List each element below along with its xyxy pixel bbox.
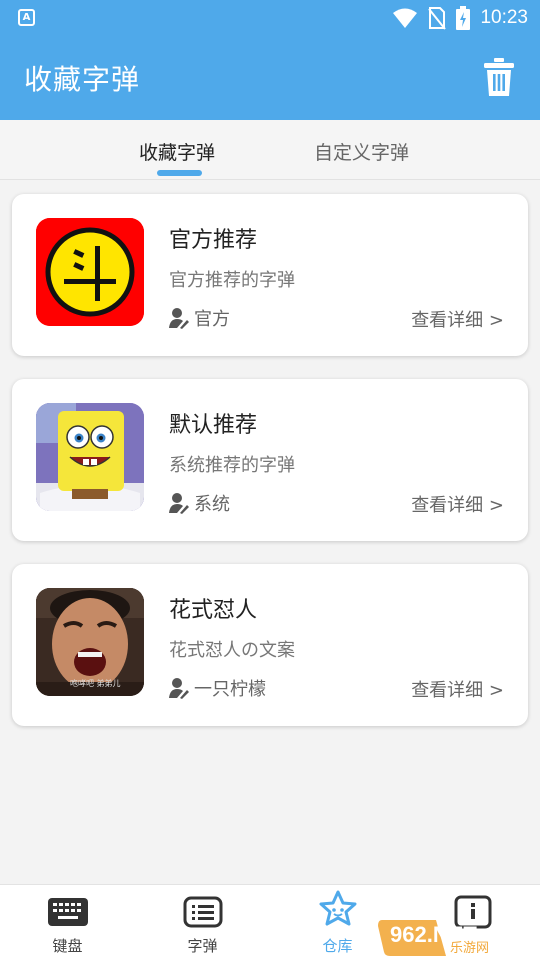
text-list-icon	[183, 896, 223, 928]
user-edit-icon	[169, 678, 189, 699]
status-time: 10:23	[480, 7, 528, 28]
card-title: 官方推荐	[169, 228, 258, 253]
card-author: 一只柠檬	[169, 676, 266, 700]
tab-custom[interactable]: 自定义字弹	[314, 138, 409, 165]
user-edit-icon	[169, 493, 189, 514]
watermark-subtext: 乐游网	[450, 941, 489, 956]
status-bar: A 10:23	[0, 0, 540, 36]
card-official[interactable]: 官方推荐 官方推荐的字弹 官方 查看详细 >	[12, 194, 528, 356]
card-title: 花式怼人	[169, 598, 258, 623]
nav-label: 字弹	[187, 937, 218, 955]
thumbnail-caption: 咆哮吧 弟弟儿	[70, 679, 121, 688]
battery-charging-icon	[456, 6, 471, 30]
view-details-link[interactable]: 查看详细 >	[411, 491, 504, 517]
tab-bar: 收藏字弹 自定义字弹	[0, 120, 540, 180]
card-author: 系统	[169, 491, 230, 515]
author-name: 系统	[194, 494, 230, 515]
nav-label: 键盘	[52, 937, 83, 955]
author-name: 官方	[194, 309, 230, 330]
card-default[interactable]: 默认推荐 系统推荐的字弹 系统 查看详细 >	[12, 379, 528, 541]
card-title: 默认推荐	[169, 413, 258, 438]
card-roast[interactable]: 咆哮吧 弟弟儿 花式怼人 花式怼人の文案 一只柠檬 查看详细 >	[12, 564, 528, 726]
card-description: 官方推荐的字弹	[169, 270, 295, 291]
trash-icon[interactable]	[484, 58, 514, 96]
user-edit-icon	[169, 308, 189, 329]
wifi-icon	[393, 8, 418, 28]
watermark-logo: 962.NET 乐游网	[376, 912, 536, 956]
card-author: 官方	[169, 306, 230, 330]
no-sim-icon	[428, 7, 447, 30]
nav-keyboard[interactable]: 键盘	[0, 885, 135, 960]
star-icon	[319, 890, 357, 926]
a-icon: A	[18, 9, 35, 26]
spongebob-image	[36, 403, 144, 511]
view-details-link[interactable]: 查看详细 >	[411, 676, 504, 702]
nav-bullets[interactable]: 字弹	[135, 885, 270, 960]
view-details-link[interactable]: 查看详细 >	[411, 306, 504, 332]
author-name: 一只柠檬	[194, 679, 266, 700]
keyboard-icon	[48, 898, 88, 926]
card-description: 系统推荐的字弹	[169, 455, 295, 476]
app-header: A 10:23 收藏字弹	[0, 0, 540, 120]
dou-logo	[36, 218, 144, 326]
card-description: 花式怼人の文案	[169, 640, 295, 661]
shouting-man-image: 咆哮吧 弟弟儿	[36, 588, 144, 696]
status-icons: 10:23	[392, 6, 528, 30]
tab-indicator	[157, 170, 202, 176]
tab-favorites[interactable]: 收藏字弹	[139, 138, 215, 165]
page-title: 收藏字弹	[24, 63, 141, 96]
